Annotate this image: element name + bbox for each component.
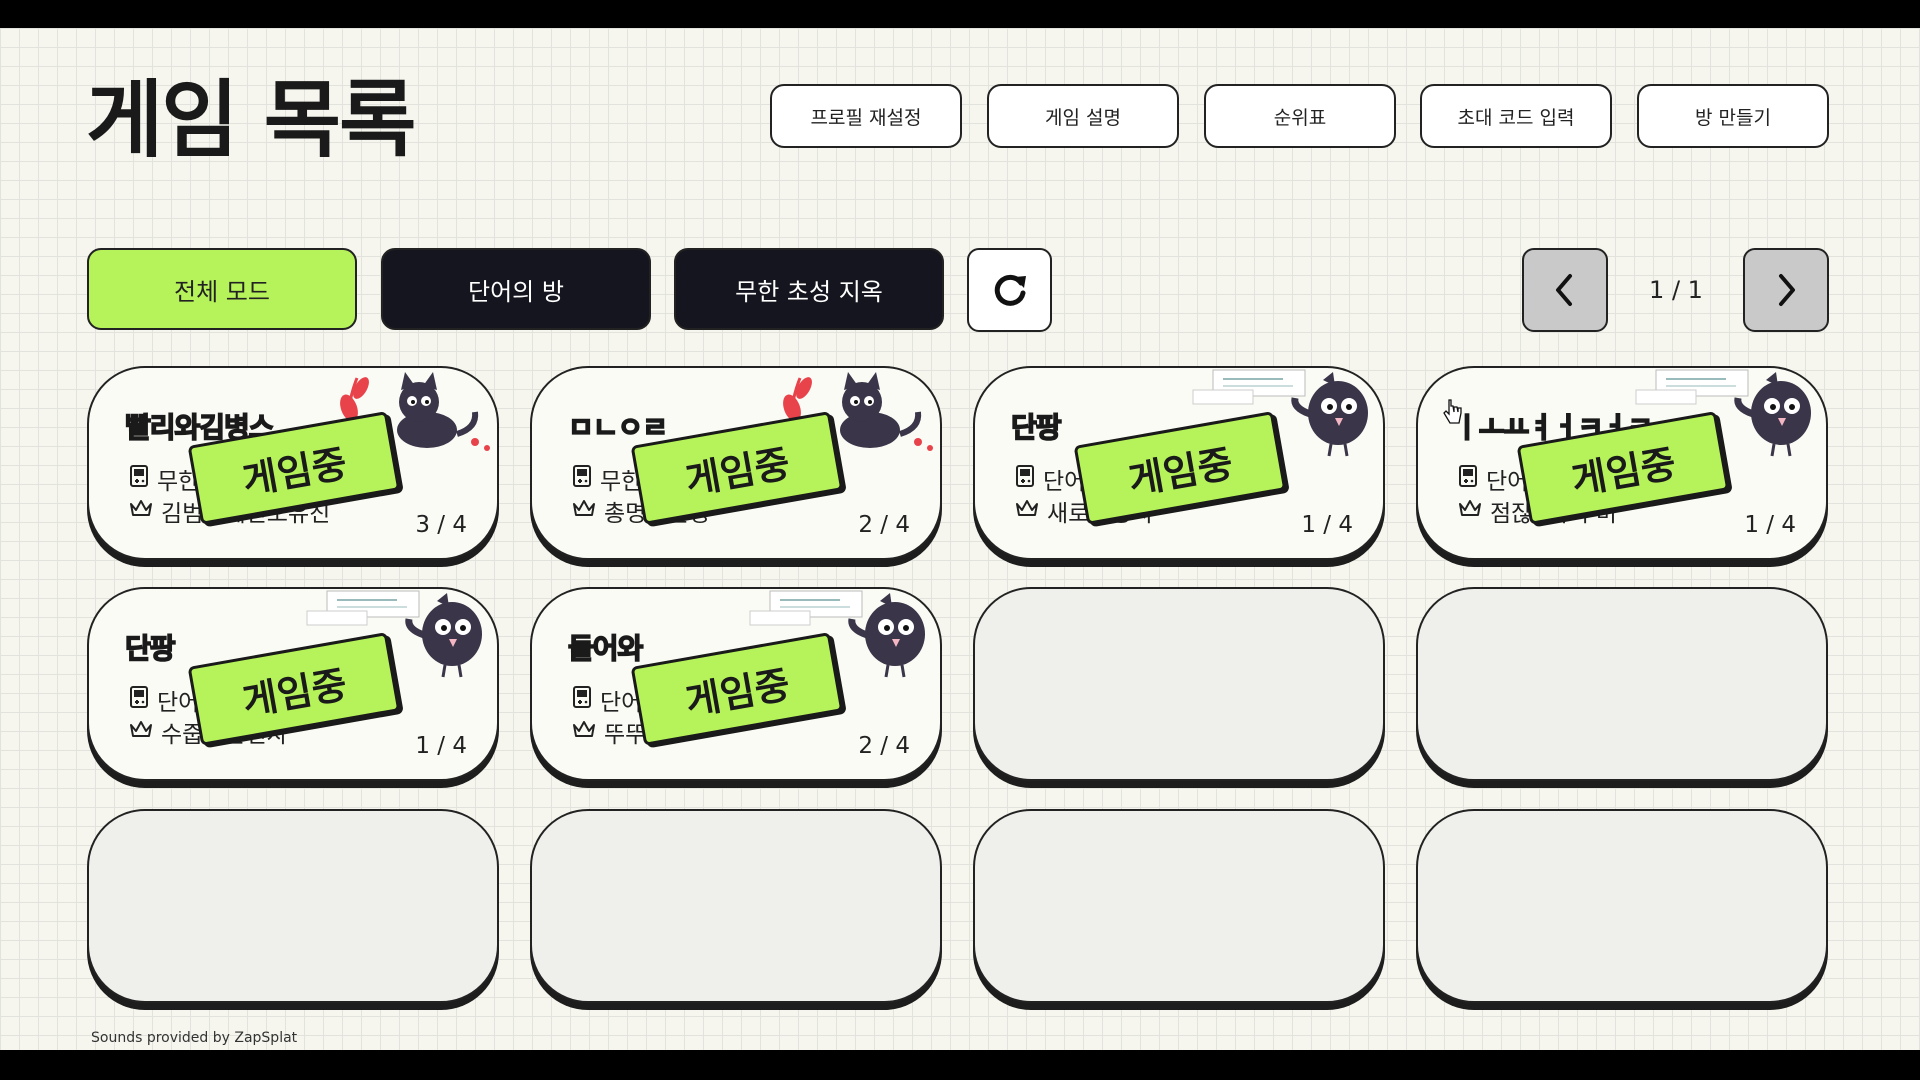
footer-credit: Sounds provided by ZapSplat xyxy=(91,1030,298,1046)
page-indicator: 1 / 1 xyxy=(1649,276,1703,304)
room-title: ㅁㄴㅇㄹ xyxy=(567,410,669,445)
room-card[interactable]: ㅁㄴㅇㄹ무한총명한권정2 / 4게임중 xyxy=(530,366,942,560)
room-mode: 단어 xyxy=(572,683,642,717)
empty-room-slot xyxy=(973,809,1385,1003)
gamepad-icon xyxy=(1458,464,1478,494)
in-game-badge: 게임중 xyxy=(187,632,401,746)
crown-icon xyxy=(1015,498,1039,524)
room-mode: 단어 xyxy=(1015,462,1085,496)
refresh-icon xyxy=(994,274,1026,306)
gamepad-icon xyxy=(572,685,592,715)
next-page-button[interactable] xyxy=(1743,248,1829,332)
chevron-left-icon xyxy=(1556,274,1572,306)
player-count: 1 / 4 xyxy=(415,733,467,759)
filter-all-modes[interactable]: 전체 모드 xyxy=(87,248,357,330)
player-count: 3 / 4 xyxy=(415,512,467,538)
room-title: 들어와 xyxy=(567,631,644,666)
room-mode: 무한 xyxy=(129,462,199,496)
mouse-cursor-icon xyxy=(1443,399,1462,424)
prev-page-button[interactable] xyxy=(1522,248,1608,332)
refresh-button[interactable] xyxy=(967,248,1052,332)
reset-profile-button[interactable]: 프로필 재설정 xyxy=(770,84,962,148)
gamepad-icon xyxy=(129,685,149,715)
game-lobby-page: 게임 목록 프로필 재설정 게임 설명 순위표 초대 코드 입력 방 만들기 전… xyxy=(0,28,1920,1050)
filter-word-room[interactable]: 단어의 방 xyxy=(381,248,651,330)
page-title: 게임 목록 xyxy=(86,71,416,169)
chevron-right-icon xyxy=(1779,274,1795,306)
empty-room-slot xyxy=(973,587,1385,781)
crown-icon xyxy=(129,719,153,745)
leaderboard-button[interactable]: 순위표 xyxy=(1204,84,1396,148)
empty-room-slot xyxy=(1416,809,1828,1003)
crown-icon xyxy=(129,498,153,524)
room-title: 단팡 xyxy=(124,631,176,666)
gamepad-icon xyxy=(129,464,149,494)
room-card[interactable]: 단팡단어새로운송지1 / 4게임중 xyxy=(973,366,1385,560)
room-mode: 단어 xyxy=(1458,462,1528,496)
room-card[interactable]: 단팡단어수줍은준선자1 / 4게임중 xyxy=(87,587,499,781)
empty-room-slot xyxy=(87,809,499,1003)
room-card[interactable]: 들어와단어 뚜뚜 2 / 4 게임중 xyxy=(530,587,942,781)
room-title: 단팡 xyxy=(1010,410,1062,445)
room-mode: 단어 xyxy=(129,683,199,717)
filter-infinite-chosung[interactable]: 무한 초성 지옥 xyxy=(674,248,944,330)
gamepad-icon xyxy=(1015,464,1035,494)
create-room-button[interactable]: 방 만들기 xyxy=(1637,84,1829,148)
crown-icon xyxy=(1458,498,1482,524)
empty-room-slot xyxy=(530,809,942,1003)
room-host: 뚜뚜 xyxy=(572,715,646,749)
invite-code-button[interactable]: 초대 코드 입력 xyxy=(1420,84,1612,148)
gamepad-icon xyxy=(572,464,592,494)
player-count: 2 / 4 xyxy=(858,512,910,538)
empty-room-slot xyxy=(1416,587,1828,781)
crown-icon xyxy=(572,498,596,524)
crown-icon xyxy=(572,719,596,745)
player-count: 1 / 4 xyxy=(1744,512,1796,538)
game-guide-button[interactable]: 게임 설명 xyxy=(987,84,1179,148)
player-count: 1 / 4 xyxy=(1301,512,1353,538)
in-game-badge: 게임중 xyxy=(630,632,844,746)
room-card[interactable]: 빨리와김병스무한김범수헤딘오유진3 / 4게임중 xyxy=(87,366,499,560)
in-game-badge: 게임중 xyxy=(1073,411,1287,525)
player-count: 2 / 4 xyxy=(858,733,910,759)
room-card[interactable]: ㅣㅗㅛㅕㅓㅋㅓㅋ단어점잖은부우미1 / 4게임중 xyxy=(1416,366,1828,560)
room-mode: 무한 xyxy=(572,462,642,496)
